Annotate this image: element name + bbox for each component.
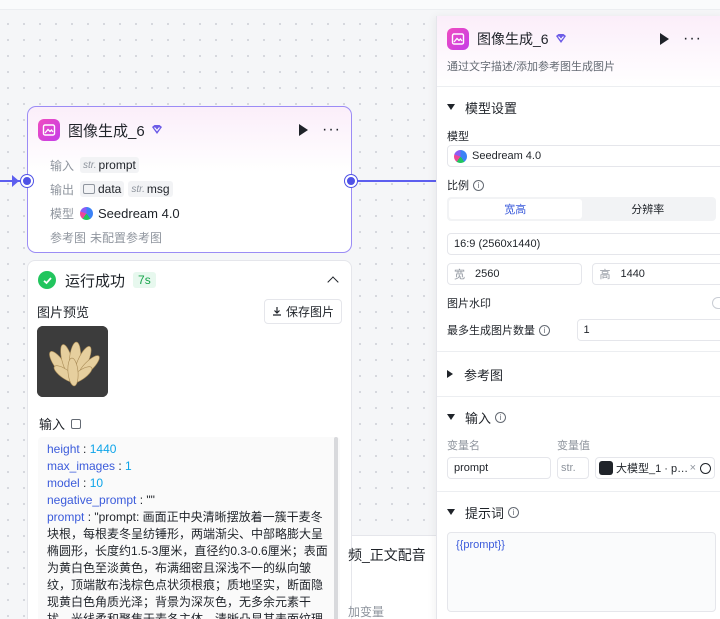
caret-right-icon (447, 370, 453, 378)
input-json-viewer: height : 1440 max_images : 1 model : 10 … (38, 437, 340, 619)
run-result-panel: 运行成功 7s 图片预览 保存图片 输入 height: 1440 max_i… (27, 260, 352, 619)
run-node-icon[interactable] (299, 124, 309, 136)
background-node-subtitle: 加变量 (348, 605, 385, 619)
image-gen-node[interactable]: 图像生成_6 ··· 输入 str. prompt 输出 data str. msg… (27, 106, 352, 253)
var-header: 变量名 变量值 (447, 440, 590, 452)
json-line-negative-prompt: negative_prompt : "" (47, 493, 155, 507)
input-section-toggle[interactable]: 输入 i (437, 397, 720, 437)
node-header: 图像生成_6 ··· (28, 107, 351, 153)
node-inputs-row: 输入 str. prompt (28, 153, 351, 177)
remove-circle-icon (700, 462, 711, 474)
watermark-row: 图片水印 (437, 293, 720, 313)
info-icon: i (508, 506, 520, 518)
save-image-button[interactable]: 保存图片 (263, 298, 342, 324)
vip-badge-icon (555, 34, 566, 43)
var-type-select[interactable]: str. (557, 457, 589, 479)
json-line-max-images: max_images : 1 (47, 459, 132, 473)
collapse-chevron-icon[interactable] (327, 276, 339, 288)
var-name-input[interactable]: prompt (447, 457, 551, 479)
output-tag-msg: str. msg (128, 181, 173, 197)
caret-down-icon (447, 509, 455, 515)
preview-label: 图片预览 (37, 304, 90, 320)
info-icon: i (539, 324, 550, 336)
max-images-label: 最多生成图片数量 i (437, 321, 577, 339)
prompt-section: 提示词 i {{prompt}} (437, 491, 720, 612)
more-options-icon[interactable]: ··· (322, 122, 341, 138)
more-options-icon[interactable]: ··· (683, 31, 702, 47)
caret-down-icon (447, 104, 455, 110)
vip-badge-icon (151, 125, 162, 134)
model-settings-toggle[interactable]: 模型设置 (437, 87, 720, 127)
output-tag-data: data (80, 181, 125, 197)
output-label: 输出 (50, 182, 75, 197)
success-check-icon (38, 271, 56, 289)
run-node-icon[interactable] (660, 33, 670, 45)
var-ref-select[interactable]: 大模型_1 · p… × (595, 457, 715, 479)
download-icon (272, 307, 281, 316)
model-name: Seedream 4.0 (98, 205, 180, 221)
node-model-row: 模型 Seedream 4.0 (28, 201, 351, 225)
preview-row: 图片预览 保存图片 (28, 298, 351, 324)
result-header: 运行成功 7s (28, 261, 351, 299)
json-line-height: height : 1440 (47, 442, 117, 456)
clear-icon: × (689, 462, 696, 474)
run-status: 运行成功 (65, 272, 126, 290)
width-input[interactable]: 宽 2560 (447, 263, 583, 285)
image-icon (83, 184, 95, 194)
copy-icon[interactable] (71, 418, 82, 429)
tab-resolution[interactable]: 分辨率 (582, 199, 715, 219)
json-scrollbar[interactable] (334, 437, 338, 619)
seedream-logo-icon (80, 206, 93, 220)
node-settings-panel: 图像生成_6 ··· 通过文字描述/添加参考图生成图片 模型设置 模型 Seed… (436, 16, 720, 619)
prompt-section-toggle[interactable]: 提示词 i (437, 492, 720, 532)
panel-description: 通过文字描述/添加参考图生成图片 (447, 61, 616, 73)
reference-toggle[interactable]: 参考图 (437, 352, 720, 396)
input-tag-prompt: str. prompt (80, 157, 139, 173)
node-title: 图像生成_6 (68, 122, 145, 140)
max-images-input[interactable]: 1 (576, 319, 720, 341)
run-time-badge: 7s (133, 272, 156, 288)
ref-label: 参考图 (50, 230, 87, 245)
ratio-tabs: 宽高 分辨率 (447, 197, 716, 221)
node-outputs-row: 输出 data str. msg (28, 177, 351, 201)
ratio-label: 比例 i (437, 175, 720, 195)
ref-value: 未配置参考图 (90, 230, 163, 245)
info-icon: i (495, 411, 507, 423)
model-select[interactable]: Seedream 4.0 (447, 145, 720, 167)
incoming-edge-arrow-icon (12, 175, 19, 187)
json-line-model: model : 10 (47, 476, 104, 490)
input-label: 输入 (50, 158, 75, 173)
prompt-editor[interactable]: {{prompt}} (447, 532, 716, 612)
model-label: 模型 (50, 206, 75, 221)
image-gen-icon (38, 119, 60, 141)
json-line-prompt: prompt : "prompt: 画面正中央清晰摆放着一簇干麦冬块根，每根麦冬… (47, 510, 328, 619)
watermark-toggle[interactable] (712, 297, 720, 309)
output-port[interactable] (345, 175, 357, 187)
info-icon: i (473, 179, 484, 191)
top-toolbar (0, 0, 720, 10)
tab-aspect[interactable]: 宽高 (449, 199, 582, 219)
caret-down-icon (447, 414, 455, 420)
var-row: prompt str. 大模型_1 · p… × (447, 457, 720, 479)
outgoing-edge (356, 180, 446, 182)
panel-title: 图像生成_6 (477, 31, 549, 47)
reference-section: 参考图 (437, 351, 720, 396)
llm-node-icon (599, 461, 613, 475)
height-input[interactable]: 高 1440 (592, 263, 720, 285)
max-images-row: 最多生成图片数量 i 1 (437, 319, 720, 341)
model-settings-section: 模型设置 模型 Seedream 4.0 比例 i 宽高 分辨率 16:9 (25… (437, 86, 720, 341)
background-node-title: 频_正文配音 (348, 547, 426, 563)
generated-image-thumbnail[interactable] (37, 326, 108, 397)
model-field-label: 模型 (447, 131, 469, 143)
input-port[interactable] (21, 175, 33, 187)
panel-header: 图像生成_6 ··· 通过文字描述/添加参考图生成图片 (437, 16, 720, 86)
image-gen-icon (447, 28, 469, 50)
input-section-title: 输入 (28, 397, 351, 433)
ratio-select[interactable]: 16:9 (2560x1440) (447, 233, 720, 255)
seedream-logo-icon (454, 149, 467, 163)
node-ref-row: 参考图 未配置参考图 (28, 225, 351, 249)
input-section: 输入 i 变量名 变量值 prompt str. 大模型_1 · p… × (437, 396, 720, 479)
